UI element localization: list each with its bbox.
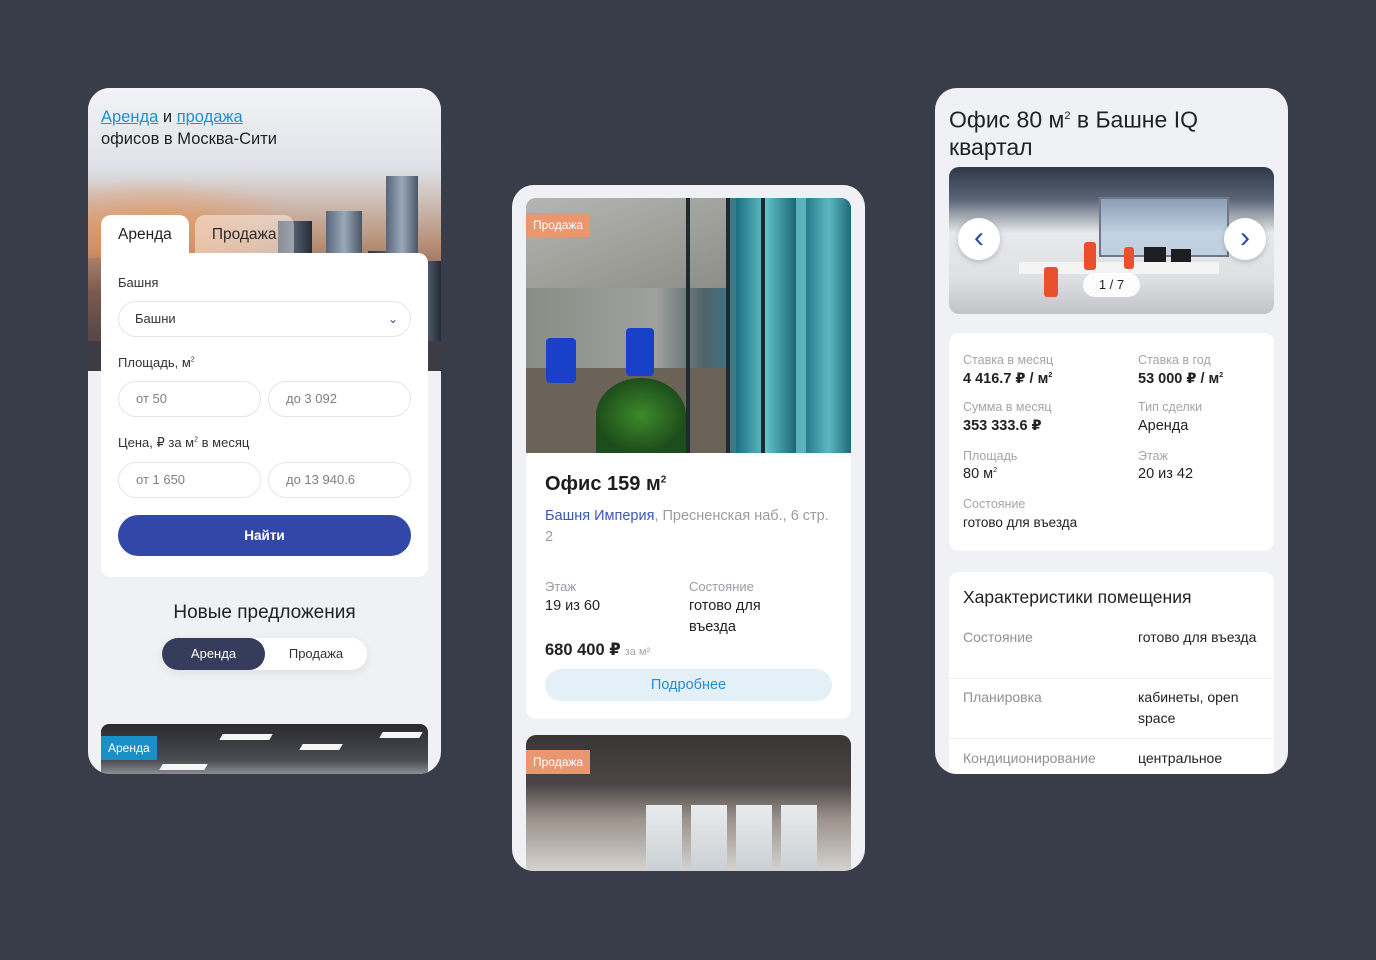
deal-type-value: Аренда xyxy=(1138,418,1189,434)
offer-card-preview[interactable]: Продажа xyxy=(526,735,851,871)
price-to-input[interactable]: до 13 940.6 xyxy=(268,462,411,498)
search-form: Башня Башни ⌄ Площадь, м2 от 50 до 3 092… xyxy=(101,253,428,577)
photo-gallery[interactable]: ‹ › 1 / 7 xyxy=(949,167,1274,314)
rent-link[interactable]: Аренда xyxy=(101,108,158,126)
title-and: и xyxy=(162,108,173,126)
rate-month-label: Ставка в месяц xyxy=(963,353,1054,367)
details-button[interactable]: Подробнее xyxy=(545,669,832,701)
sum-month-value: 353 333.6 ₽ xyxy=(963,418,1042,434)
rate-year-label: Ставка в год xyxy=(1138,353,1211,367)
chevron-right-icon[interactable]: › xyxy=(1224,218,1266,260)
offer-stats: Ставка в месяц 4 416.7 ₽ / м2 Ставка в г… xyxy=(949,333,1274,551)
floor-label: Этаж xyxy=(545,579,577,594)
offers-segment-control: Аренда Продажа xyxy=(162,638,367,670)
gallery-counter: 1 / 7 xyxy=(1083,273,1140,297)
search-screen: Аренда и продажа офисов в Москва-Сити Ар… xyxy=(88,88,441,774)
rate-year-value: 53 000 ₽ / м2 xyxy=(1138,371,1224,387)
state-label: Состояние xyxy=(963,497,1026,511)
characteristic-row: Состояние готово для въезда xyxy=(949,627,1274,679)
floor-value: 19 из 60 xyxy=(545,598,601,614)
chevron-down-icon: ⌄ xyxy=(387,312,398,326)
detail-screen: Офис 80 м2 в Башне IQ квартал ‹ › 1 / 7 … xyxy=(935,88,1288,774)
area-label: Площадь xyxy=(963,449,1018,463)
floor-label: Этаж xyxy=(1138,449,1168,463)
characteristic-value: готово для въезда xyxy=(1138,629,1257,645)
sale-link[interactable]: продажа xyxy=(177,108,243,126)
characteristic-key: Состояние xyxy=(963,629,1033,645)
deal-badge: Продажа xyxy=(526,750,591,774)
find-button[interactable]: Найти xyxy=(118,515,411,556)
segment-rent[interactable]: Аренда xyxy=(162,638,265,670)
tower-label: Башня xyxy=(118,275,159,290)
area-value: 80 м2 xyxy=(963,466,998,482)
deal-badge: Продажа xyxy=(526,213,591,237)
tab-rent[interactable]: Аренда xyxy=(101,215,189,255)
state-value: готово для въезда xyxy=(963,515,1078,530)
offer-title: Офис 159 м2 xyxy=(545,473,667,495)
page-title: Офис 80 м2 в Башне IQ квартал xyxy=(949,106,1198,160)
chevron-left-icon[interactable]: ‹ xyxy=(958,218,1000,260)
title-rest: офисов в Москва-Сити xyxy=(101,130,278,148)
price-label: Цена, ₽ за м2 в месяц xyxy=(118,435,250,450)
sum-month-label: Сумма в месяц xyxy=(963,400,1052,414)
tower-select-value: Башни xyxy=(135,311,176,326)
characteristic-row: Кондиционирование центральное xyxy=(949,748,1274,774)
new-offers-title: Новые предложения xyxy=(173,602,356,623)
offer-price: 680 400 ₽ за м² xyxy=(545,641,651,659)
tab-sale[interactable]: Продажа xyxy=(194,215,294,255)
segment-sale[interactable]: Продажа xyxy=(265,638,367,670)
deal-badge: Аренда xyxy=(101,736,157,760)
offer-photo: Продажа xyxy=(526,198,851,453)
characteristic-key: Планировка xyxy=(963,689,1042,705)
offer-card-preview[interactable]: Аренда xyxy=(101,724,428,774)
listing-screen: Продажа Офис 159 м2 Башня Империя, Пресн… xyxy=(512,185,865,871)
offer-address: Башня Империя, Пресненская наб., 6 стр. … xyxy=(545,508,829,545)
deal-tabs: Аренда Продажа xyxy=(101,215,294,255)
area-label: Площадь, м2 xyxy=(118,355,195,370)
state-label: Состояние xyxy=(689,579,754,594)
floor-value: 20 из 42 xyxy=(1138,466,1194,482)
tower-link[interactable]: Башня Империя xyxy=(545,508,654,524)
area-from-input[interactable]: от 50 xyxy=(118,381,261,417)
page-title: Аренда и продажа офисов в Москва-Сити xyxy=(101,106,281,150)
tower-select[interactable]: Башни ⌄ xyxy=(118,301,411,337)
characteristics-title: Характеристики помещения xyxy=(963,587,1192,607)
deal-type-label: Тип сделки xyxy=(1138,400,1203,414)
state-value: готово для въезда xyxy=(689,598,761,635)
offer-card: Продажа Офис 159 м2 Башня Империя, Пресн… xyxy=(526,198,851,719)
price-from-input[interactable]: от 1 650 xyxy=(118,462,261,498)
characteristic-row: Планировка кабинеты, open space xyxy=(949,687,1274,739)
characteristic-value: кабинеты, open space xyxy=(1138,689,1239,726)
rate-month-value: 4 416.7 ₽ / м2 xyxy=(963,371,1053,387)
area-to-input[interactable]: до 3 092 xyxy=(268,381,411,417)
characteristics-card: Характеристики помещения Состояние готов… xyxy=(949,572,1274,774)
characteristic-value: центральное xyxy=(1138,750,1223,766)
characteristic-key: Кондиционирование xyxy=(963,750,1096,766)
